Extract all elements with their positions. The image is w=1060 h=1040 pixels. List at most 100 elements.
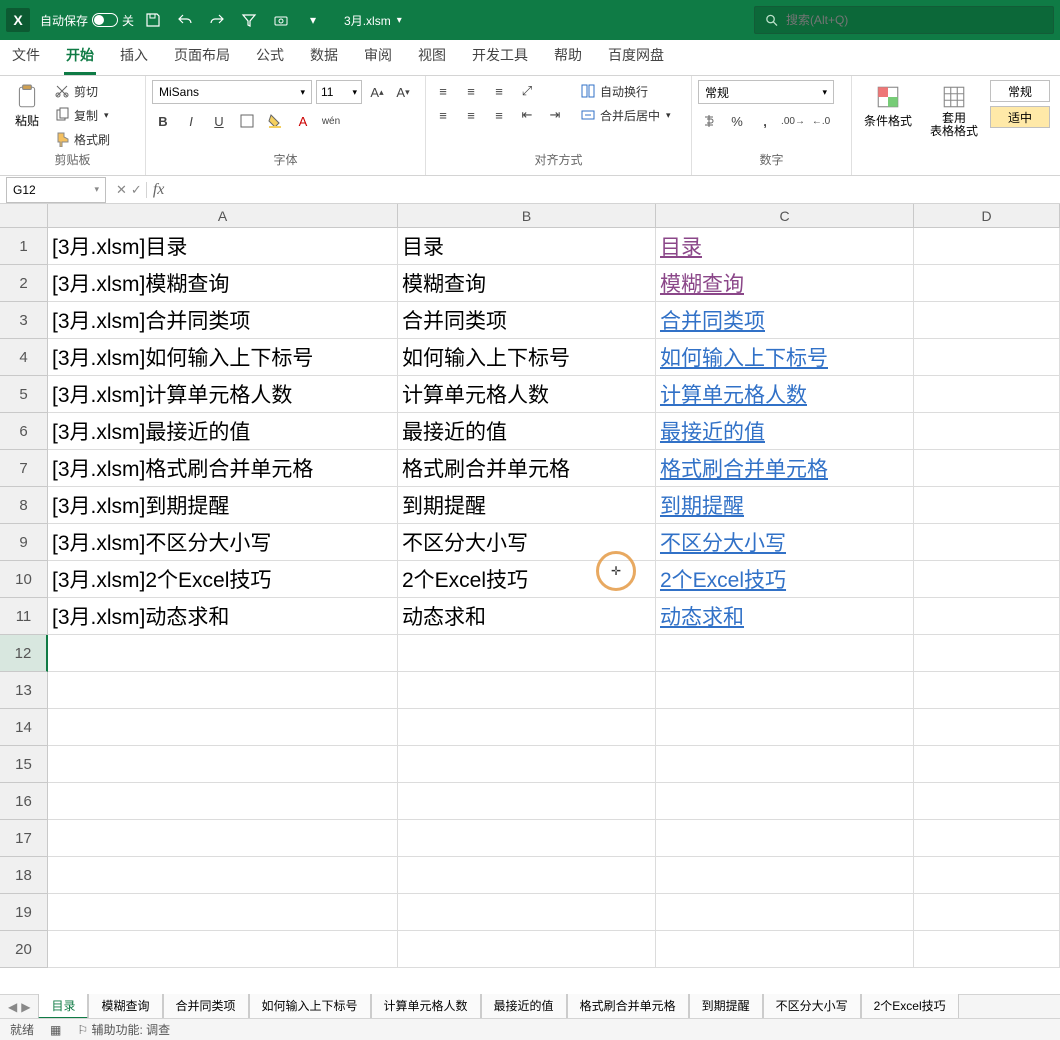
sheet-tab-2[interactable]: 合并同类项 [163,994,249,1019]
cell-D4[interactable] [914,339,1060,376]
cell-B14[interactable] [398,709,656,746]
cell-B2[interactable]: 模糊查询 [398,265,656,302]
cell-A13[interactable] [48,672,398,709]
sheet-tab-6[interactable]: 格式刷合并单元格 [567,994,689,1019]
align-top-icon[interactable]: ≡ [432,80,454,102]
cell-C8[interactable]: 到期提醒 [656,487,914,524]
increase-font-icon[interactable]: A▴ [366,81,388,103]
cancel-icon[interactable]: ✕ [116,182,127,198]
name-box[interactable]: G12▾ [6,177,106,203]
cell-C13[interactable] [656,672,914,709]
cell-C15[interactable] [656,746,914,783]
cell-C6[interactable]: 最接近的值 [656,413,914,450]
cell-C11[interactable]: 动态求和 [656,598,914,635]
menu-tab-8[interactable]: 开发工具 [470,39,530,75]
undo-icon[interactable] [176,11,194,29]
menu-tab-6[interactable]: 审阅 [362,39,394,75]
cell-D19[interactable] [914,894,1060,931]
cell-A5[interactable]: [3月.xlsm]计算单元格人数 [48,376,398,413]
spreadsheet-grid[interactable]: ABCD 1[3月.xlsm]目录目录目录2[3月.xlsm]模糊查询模糊查询模… [0,204,1060,994]
sheet-tab-1[interactable]: 模糊查询 [88,994,162,1019]
format-painter-button[interactable]: 格式刷 [54,128,110,150]
decrease-indent-icon[interactable]: ⇤ [516,104,538,126]
col-header-B[interactable]: B [398,204,656,228]
cell-B16[interactable] [398,783,656,820]
cell-D1[interactable] [914,228,1060,265]
cell-B11[interactable]: 动态求和 [398,598,656,635]
cell-B13[interactable] [398,672,656,709]
cell-A4[interactable]: [3月.xlsm]如何输入上下标号 [48,339,398,376]
row-header-14[interactable]: 14 [0,709,48,746]
cell-C18[interactable] [656,857,914,894]
border-button[interactable] [236,110,258,132]
formula-bar[interactable] [170,177,1060,203]
cell-A11[interactable]: [3月.xlsm]动态求和 [48,598,398,635]
cell-B20[interactable] [398,931,656,968]
cell-B1[interactable]: 目录 [398,228,656,265]
merge-center-button[interactable]: 合并后居中▾ [580,104,671,126]
font-name-combo[interactable]: MiSans▾ [152,80,312,104]
cell-B15[interactable] [398,746,656,783]
row-header-13[interactable]: 13 [0,672,48,709]
paste-button[interactable]: 粘贴 [6,80,48,129]
cell-A1[interactable]: [3月.xlsm]目录 [48,228,398,265]
row-header-2[interactable]: 2 [0,265,48,302]
cell-C16[interactable] [656,783,914,820]
cell-A19[interactable] [48,894,398,931]
cell-D8[interactable] [914,487,1060,524]
cell-B19[interactable] [398,894,656,931]
cell-D13[interactable] [914,672,1060,709]
cell-C5[interactable]: 计算单元格人数 [656,376,914,413]
search-box[interactable] [754,6,1054,34]
menu-tab-5[interactable]: 数据 [308,39,340,75]
number-format-combo[interactable]: 常规▾ [698,80,834,104]
menu-tab-10[interactable]: 百度网盘 [606,39,666,75]
comma-button[interactable]: , [754,110,776,132]
font-size-combo[interactable]: 11▾ [316,80,362,104]
cell-C12[interactable] [656,635,914,672]
cell-B10[interactable]: 2个Excel技巧 [398,561,656,598]
cell-C3[interactable]: 合并同类项 [656,302,914,339]
copy-button[interactable]: 复制▾ [54,104,110,126]
percent-button[interactable]: % [726,110,748,132]
row-header-3[interactable]: 3 [0,302,48,339]
cell-D20[interactable] [914,931,1060,968]
redo-icon[interactable] [208,11,226,29]
cell-D9[interactable] [914,524,1060,561]
sheet-nav[interactable]: ◀▶ [0,1000,38,1014]
cell-D14[interactable] [914,709,1060,746]
filename-dropdown-icon[interactable]: ▾ [397,15,402,26]
increase-indent-icon[interactable]: ⇥ [544,104,566,126]
sheet-tab-0[interactable]: 目录 [38,994,88,1019]
cell-A3[interactable]: [3月.xlsm]合并同类项 [48,302,398,339]
save-icon[interactable] [144,11,162,29]
cell-B9[interactable]: 不区分大小写 [398,524,656,561]
cell-C2[interactable]: 模糊查询 [656,265,914,302]
menu-tab-3[interactable]: 页面布局 [172,39,232,75]
macro-icon[interactable]: ▦ [50,1023,61,1037]
currency-button[interactable] [698,110,720,132]
sheet-tab-3[interactable]: 如何输入上下标号 [249,994,371,1019]
row-header-11[interactable]: 11 [0,598,48,635]
cell-B8[interactable]: 到期提醒 [398,487,656,524]
cell-C7[interactable]: 格式刷合并单元格 [656,450,914,487]
row-header-15[interactable]: 15 [0,746,48,783]
cell-D17[interactable] [914,820,1060,857]
cell-C17[interactable] [656,820,914,857]
row-header-8[interactable]: 8 [0,487,48,524]
select-all-corner[interactable] [0,204,48,228]
col-header-C[interactable]: C [656,204,914,228]
cell-B6[interactable]: 最接近的值 [398,413,656,450]
row-header-17[interactable]: 17 [0,820,48,857]
cell-D6[interactable] [914,413,1060,450]
cell-D2[interactable] [914,265,1060,302]
increase-decimal-icon[interactable]: .00→ [782,110,804,132]
sheet-tab-7[interactable]: 到期提醒 [689,994,763,1019]
orientation-icon[interactable]: ⤢ [516,80,538,102]
row-header-18[interactable]: 18 [0,857,48,894]
cell-A15[interactable] [48,746,398,783]
menu-tab-2[interactable]: 插入 [118,39,150,75]
autosave[interactable]: 自动保存 关 [40,12,134,29]
menu-tab-7[interactable]: 视图 [416,39,448,75]
fill-color-button[interactable] [264,110,286,132]
